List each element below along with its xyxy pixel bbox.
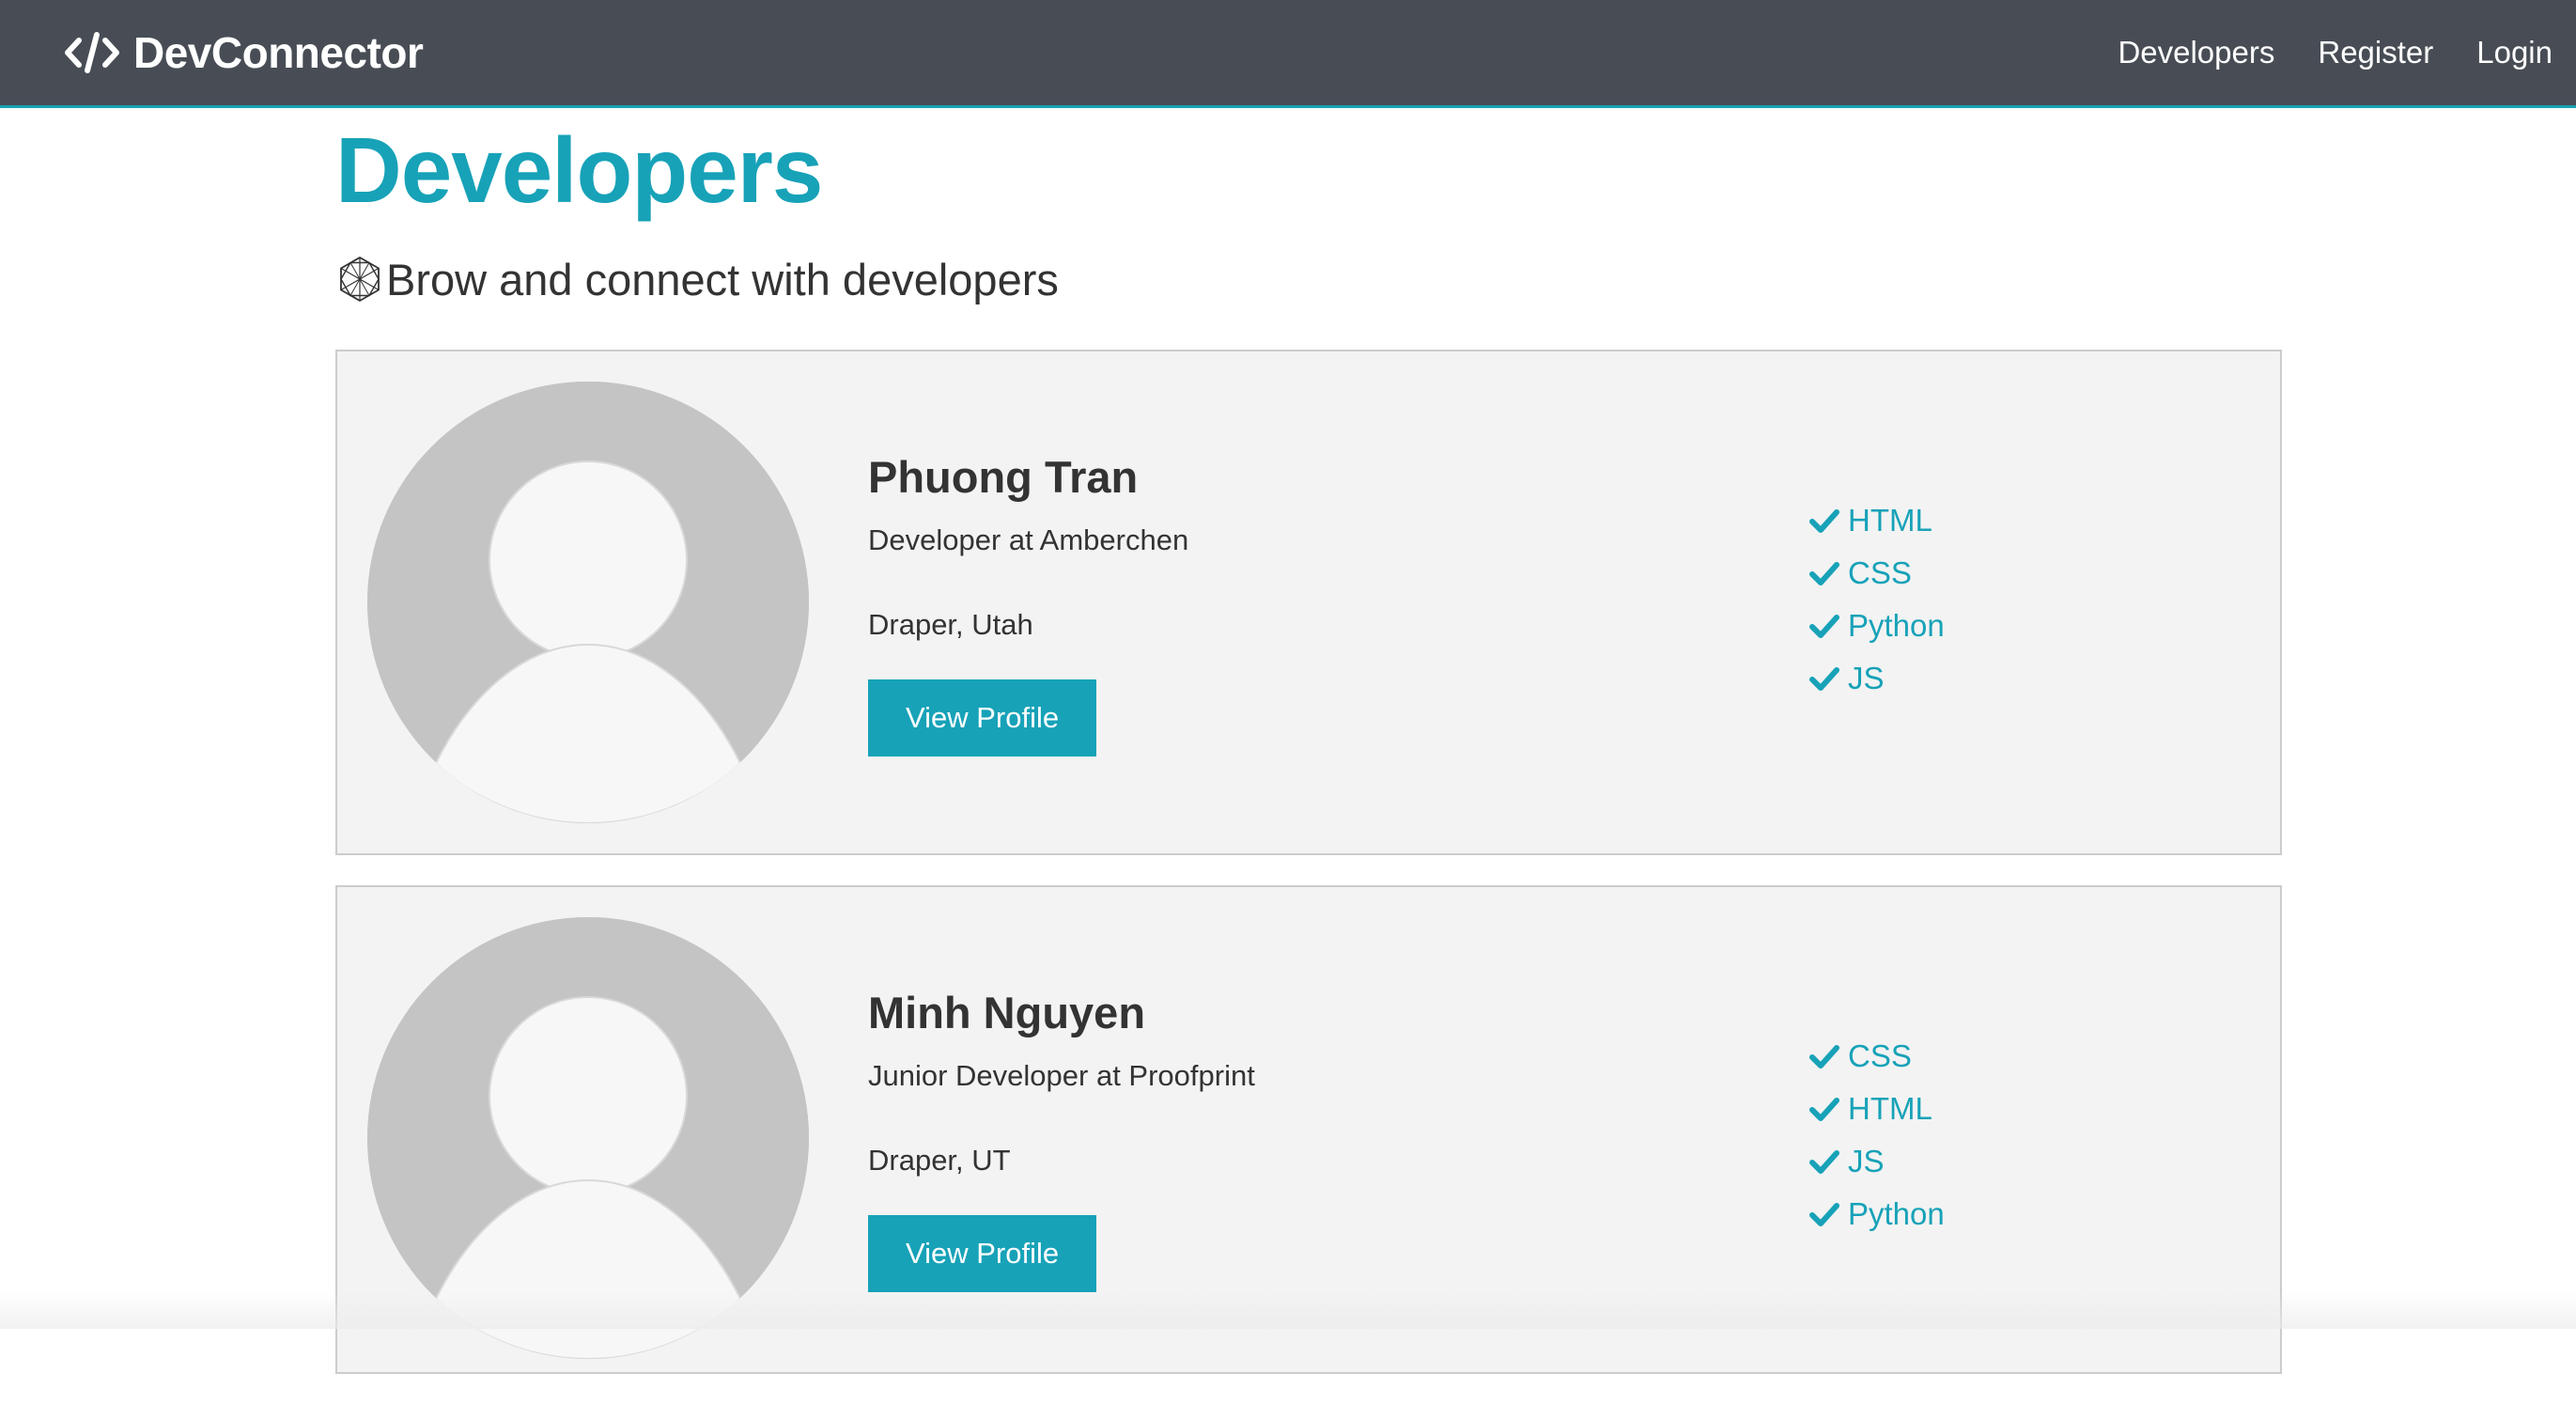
code-icon — [64, 31, 120, 74]
brand-link[interactable]: DevConnector — [64, 27, 423, 78]
navbar: DevConnector Developers Register Login — [0, 0, 2576, 108]
main-content: Developers Brow and connect with develop… — [335, 108, 2282, 1404]
connectdevelop-icon — [335, 255, 384, 304]
default-avatar-icon — [367, 917, 809, 1359]
check-icon — [1808, 663, 1840, 694]
skill-item: CSS — [1808, 547, 1945, 600]
view-profile-button[interactable]: View Profile — [868, 679, 1096, 757]
skill-item: Python — [1808, 1188, 1945, 1240]
skills-list: HTML CSS Python JS — [1808, 494, 1945, 705]
skill-item: JS — [1808, 652, 1945, 705]
profile-location: Draper, UT — [868, 1144, 1255, 1178]
check-icon — [1808, 1093, 1840, 1125]
page-lead: Brow and connect with developers — [335, 254, 2282, 305]
skills-list: CSS HTML JS Python — [1808, 1030, 1945, 1240]
page-title: Developers — [335, 117, 2282, 224]
profile-name: Phuong Tran — [868, 453, 1188, 502]
nav-links: Developers Register Login — [2118, 35, 2553, 70]
profile-status: Junior Developer at Proofprint — [868, 1059, 1255, 1093]
profile-name: Minh Nguyen — [868, 989, 1255, 1037]
default-avatar-icon — [367, 382, 809, 823]
skill-item: CSS — [1808, 1030, 1945, 1083]
check-icon — [1808, 1040, 1840, 1072]
check-icon — [1808, 505, 1840, 537]
nav-link-developers[interactable]: Developers — [2118, 35, 2274, 70]
skill-item: HTML — [1808, 1083, 1945, 1135]
nav-link-register[interactable]: Register — [2318, 35, 2433, 70]
skill-label: JS — [1848, 1144, 1885, 1179]
check-icon — [1808, 610, 1840, 642]
profile-info: Phuong Tran Developer at Amberchen Drape… — [868, 453, 1188, 757]
skill-label: HTML — [1848, 503, 1932, 538]
view-profile-button[interactable]: View Profile — [868, 1215, 1096, 1292]
brand-name: DevConnector — [133, 27, 423, 78]
skill-label: CSS — [1848, 1038, 1912, 1074]
nav-link-login[interactable]: Login — [2476, 35, 2553, 70]
lead-text: Brow and connect with developers — [386, 254, 1059, 305]
avatar — [367, 917, 809, 1359]
profile-card: Minh Nguyen Junior Developer at Proofpri… — [335, 885, 2282, 1374]
check-icon — [1808, 557, 1840, 589]
profiles-list: Phuong Tran Developer at Amberchen Drape… — [335, 350, 2282, 1374]
skill-label: JS — [1848, 661, 1885, 696]
skill-item: JS — [1808, 1135, 1945, 1188]
check-icon — [1808, 1198, 1840, 1230]
avatar — [367, 382, 809, 823]
skill-label: HTML — [1848, 1091, 1932, 1127]
check-icon — [1808, 1146, 1840, 1178]
skill-label: CSS — [1848, 555, 1912, 591]
profile-info: Minh Nguyen Junior Developer at Proofpri… — [868, 989, 1255, 1293]
skill-label: Python — [1848, 1196, 1945, 1232]
profile-location: Draper, Utah — [868, 608, 1188, 642]
profile-status: Developer at Amberchen — [868, 523, 1188, 557]
profile-card: Phuong Tran Developer at Amberchen Drape… — [335, 350, 2282, 855]
skill-item: Python — [1808, 600, 1945, 652]
skill-item: HTML — [1808, 494, 1945, 547]
skill-label: Python — [1848, 608, 1945, 644]
